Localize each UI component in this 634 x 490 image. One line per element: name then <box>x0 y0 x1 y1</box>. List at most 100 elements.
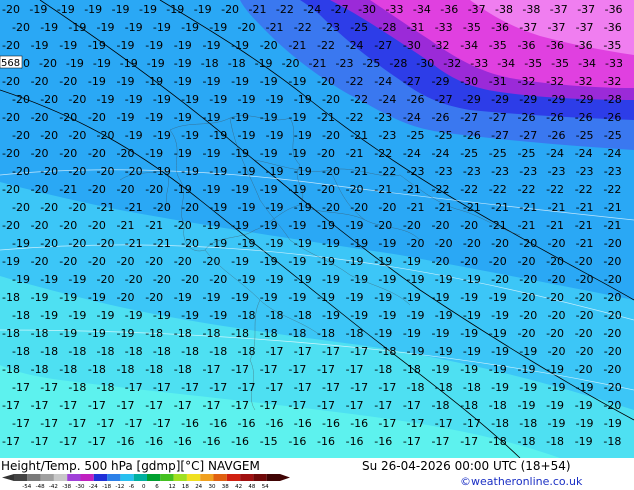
temperature-label: -19 <box>463 309 481 322</box>
temperature-label: -20 <box>603 291 621 304</box>
temperature-label: -19 <box>59 327 77 340</box>
temperature-label: -20 <box>88 111 106 124</box>
temperature-label: -19 <box>288 111 306 124</box>
temperature-label: -19 <box>519 345 537 358</box>
temperature-label: -20 <box>2 75 20 88</box>
temperature-label: -17 <box>59 399 77 412</box>
temperature-label: -18 <box>374 363 392 376</box>
temperature-label: -26 <box>546 111 564 124</box>
temperature-label: -19 <box>463 345 481 358</box>
colorbar-swatch <box>27 474 41 481</box>
temperature-label: -17 <box>463 417 481 430</box>
temperature-label: -19 <box>120 57 138 70</box>
temperature-label: -17 <box>153 417 171 430</box>
temperature-label: -20 <box>519 237 537 250</box>
temperature-label: -29 <box>463 93 481 106</box>
temperature-label: -22 <box>603 183 621 196</box>
temperature-label: -20 <box>39 57 57 70</box>
temperature-label: -17 <box>350 381 368 394</box>
temperature-label: -19 <box>294 201 312 214</box>
temperature-label: -20 <box>31 147 49 160</box>
temperature-label: -17 <box>378 417 396 430</box>
temperature-label: -18 <box>153 345 171 358</box>
temperature-label: -35 <box>603 39 621 52</box>
temperature-label: -23 <box>463 165 481 178</box>
temperature-label: -20 <box>221 3 239 16</box>
colorbar-tick-label: -38 <box>62 484 71 490</box>
temperature-label: -19 <box>576 381 594 394</box>
temperature-label: -21 <box>575 219 593 232</box>
temperature-label: -18 <box>201 57 219 70</box>
temperature-label: -21 <box>491 201 509 214</box>
temperature-label: -19 <box>209 129 227 142</box>
temperature-label: -18 <box>97 345 115 358</box>
temperature-label: -19 <box>231 39 249 52</box>
temperature-label: -19 <box>166 3 184 16</box>
temperature-label: -25 <box>362 57 380 70</box>
temperature-label: -19 <box>40 309 58 322</box>
temperature-label: -18 <box>266 309 284 322</box>
site-credit[interactable]: ©weatheronline.co.uk <box>460 475 582 488</box>
temperature-label: -30 <box>358 3 376 16</box>
temperature-label: -20 <box>145 255 163 268</box>
temperature-label: -20 <box>31 255 49 268</box>
temperature-label: -19 <box>153 165 171 178</box>
temperature-label: -20 <box>2 111 20 124</box>
temperature-label: -19 <box>174 75 192 88</box>
temperature-label: -20 <box>145 291 163 304</box>
temperature-label: -19 <box>125 309 143 322</box>
temperature-label: -19 <box>260 147 278 160</box>
temperature-label: -19 <box>374 291 392 304</box>
temperature-label: -20 <box>68 129 86 142</box>
temperature-label: -19 <box>518 363 536 376</box>
temperature-label: -25 <box>460 147 478 160</box>
temperature-label: -18 <box>88 363 106 376</box>
color-scale-bar: -54 -48 -42 -38 -30 -24 -18 -12 -6 0 6 12 18 24 30 38 42… <box>2 474 290 490</box>
temperature-label: -21 <box>309 57 327 70</box>
temperature-label: -20 <box>88 255 106 268</box>
colorbar-swatch <box>67 474 81 481</box>
temperature-label: -18 <box>145 327 163 340</box>
temperature-label: -19 <box>288 147 306 160</box>
temperature-label: -20 <box>548 345 566 358</box>
temperature-label: -20 <box>546 255 564 268</box>
temperature-label: -19 <box>153 129 171 142</box>
temperature-label: -23 <box>322 21 340 34</box>
temperature-label: -18 <box>2 291 20 304</box>
temperature-label: -20 <box>374 219 392 232</box>
temperature-label: -21 <box>125 201 143 214</box>
temperature-label: -19 <box>174 183 192 196</box>
temperature-label: -19 <box>435 309 453 322</box>
temperature-label: -19 <box>174 111 192 124</box>
temperature-label: -19 <box>84 3 102 16</box>
temperature-label: -18 <box>97 381 115 394</box>
temperature-label: -19 <box>346 291 364 304</box>
temperature-label: -32 <box>518 75 536 88</box>
temperature-label: -19 <box>117 75 135 88</box>
temperature-label: -17 <box>12 417 30 430</box>
temperature-label: -20 <box>2 3 20 16</box>
temperature-label: -19 <box>31 39 49 52</box>
temperature-label: -19 <box>125 21 143 34</box>
temperature-label: -20 <box>260 39 278 52</box>
temperature-label: -19 <box>432 327 450 340</box>
temperature-label: -19 <box>322 237 340 250</box>
temperature-label: -21 <box>97 201 115 214</box>
temperature-label: -19 <box>294 129 312 142</box>
temperature-label: -22 <box>346 111 364 124</box>
temperature-label: -20 <box>546 327 564 340</box>
temperature-label: -20 <box>40 237 58 250</box>
temperature-label: -19 <box>31 291 49 304</box>
temperature-label: -17 <box>203 399 221 412</box>
temperature-label: -19 <box>435 345 453 358</box>
temperature-label: -20 <box>40 165 58 178</box>
temperature-label: -22 <box>374 147 392 160</box>
temperature-label: -20 <box>317 183 335 196</box>
colorbar-tick-label: -18 <box>102 484 111 490</box>
temperature-label: -32 <box>443 57 461 70</box>
temperature-label: -17 <box>31 435 49 448</box>
temperature-label: -19 <box>88 327 106 340</box>
temperature-label: -32 <box>603 75 621 88</box>
temperature-label: -18 <box>68 345 86 358</box>
temperature-label: -20 <box>97 237 115 250</box>
